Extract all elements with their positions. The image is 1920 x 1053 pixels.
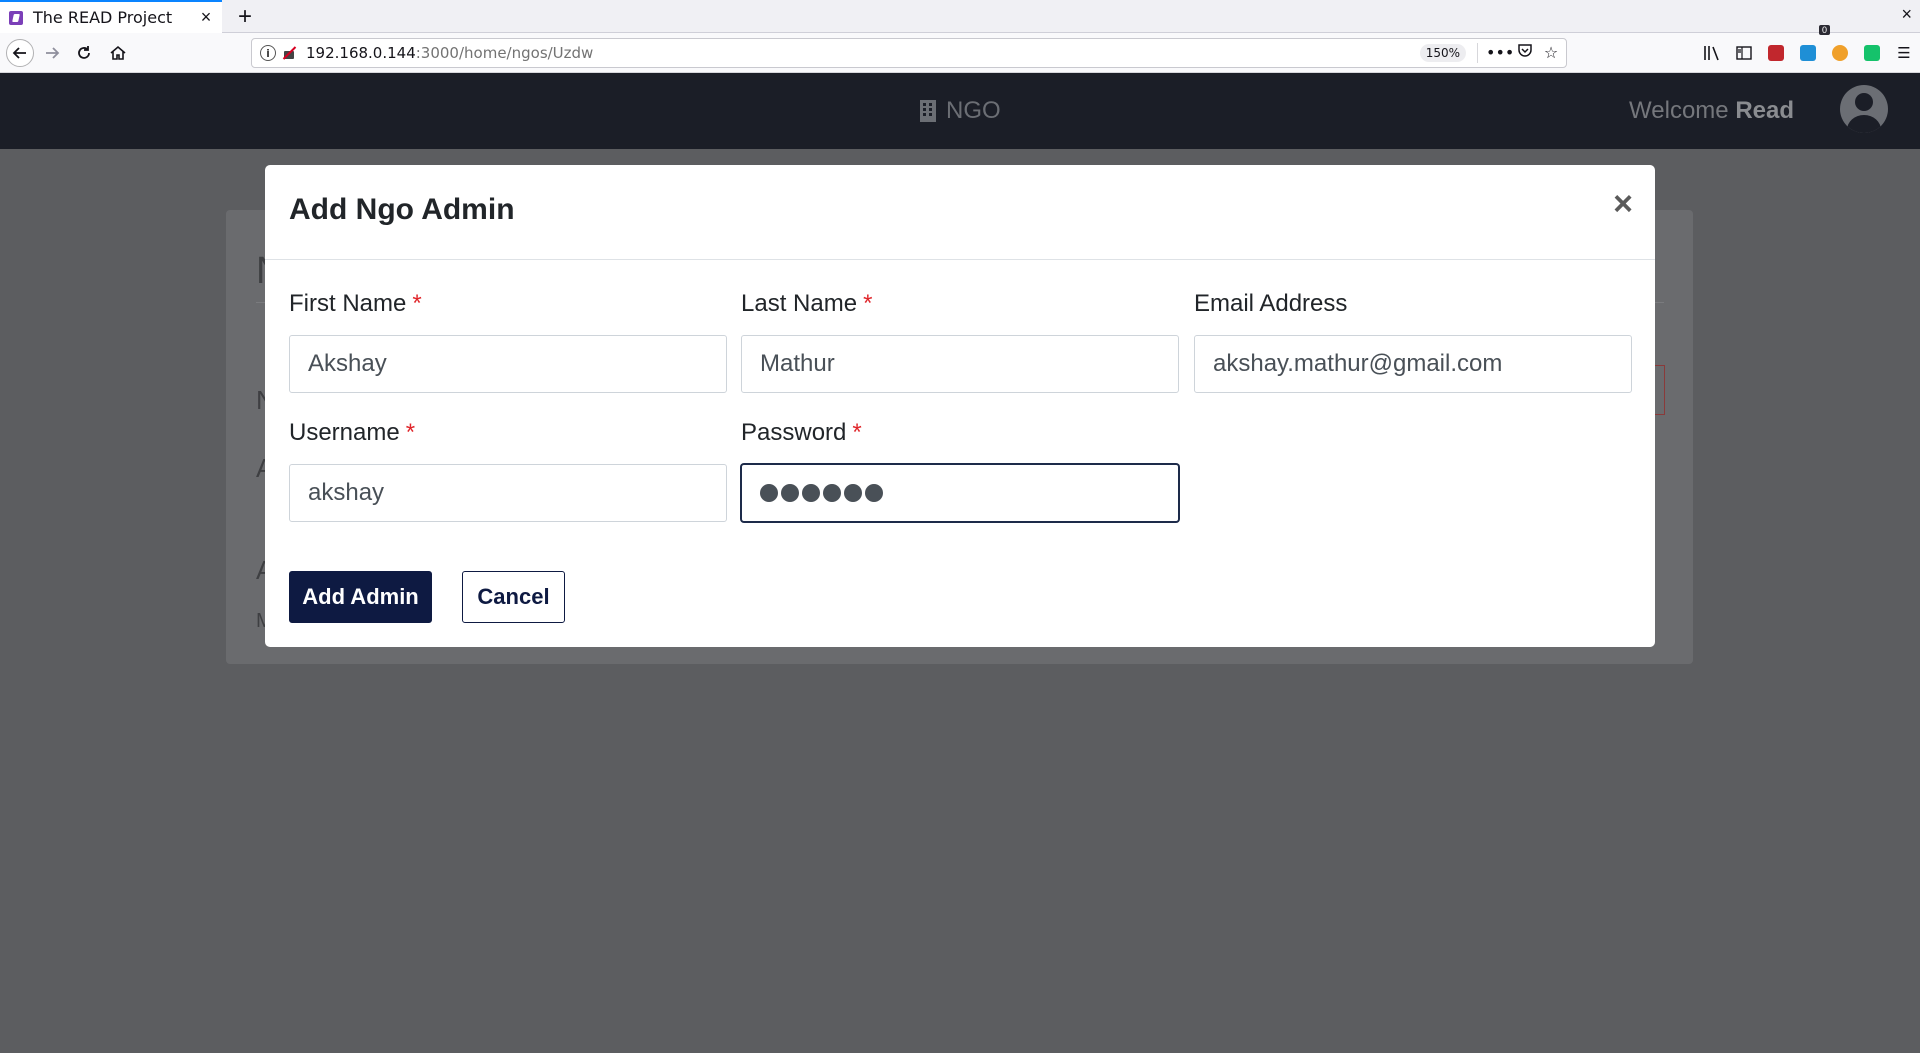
reload-icon[interactable] <box>70 39 98 67</box>
password-dot <box>760 484 778 502</box>
required-marker: * <box>405 419 416 446</box>
first-name-input[interactable]: Akshay <box>289 335 727 393</box>
brand[interactable]: NGO <box>920 97 1001 125</box>
last-name-field: Last Name * Mathur <box>741 290 1179 393</box>
zoom-level-badge[interactable]: 150% <box>1419 44 1466 62</box>
toolbar-icons: 0 ☰ <box>1696 25 1920 73</box>
password-mask <box>760 465 1160 521</box>
brand-label: NGO <box>946 97 1001 124</box>
add-admin-button[interactable]: Add Admin <box>289 571 432 623</box>
sidebar-icon[interactable] <box>1728 33 1760 73</box>
window-close-icon[interactable]: × <box>1901 4 1912 25</box>
user-avatar-icon[interactable] <box>1840 85 1888 133</box>
password-label: Password * <box>741 419 862 446</box>
username-field: Username * akshay <box>289 419 727 522</box>
browser-tab-bar: The READ Project × + × <box>0 0 1920 33</box>
browser-tab[interactable]: The READ Project × <box>0 0 222 33</box>
required-marker: * <box>412 290 422 317</box>
text-caret <box>865 484 883 502</box>
insecure-connection-icon[interactable] <box>282 46 296 60</box>
library-icon[interactable] <box>1696 33 1728 73</box>
site-favicon-icon <box>9 10 23 25</box>
password-field: Password * <box>741 419 1179 522</box>
password-dot <box>844 484 862 502</box>
pocket-icon[interactable] <box>1514 42 1536 64</box>
app-header: NGO Welcome Read <box>0 73 1920 149</box>
extension-icon[interactable] <box>1760 33 1792 73</box>
first-name-field: First Name * Akshay <box>289 290 727 393</box>
welcome-prefix: Welcome <box>1629 97 1729 124</box>
menu-icon[interactable]: ☰ <box>1888 33 1920 73</box>
url-separator <box>1477 43 1478 63</box>
close-icon[interactable]: × <box>1613 187 1633 221</box>
email-label: Email Address <box>1194 290 1348 317</box>
extension-green-icon[interactable] <box>1856 33 1888 73</box>
building-icon <box>920 100 936 122</box>
home-icon[interactable] <box>104 39 132 67</box>
address-bar[interactable]: i 192.168.0.144:3000/home/ngos/Uzdw 150%… <box>251 38 1567 68</box>
url-host: 192.168.0.144 <box>306 44 416 62</box>
extension-badge-icon[interactable]: 0 <box>1792 25 1830 73</box>
email-input[interactable]: akshay.mathur@gmail.com <box>1194 335 1632 393</box>
password-dot <box>802 484 820 502</box>
welcome-text: Welcome Read <box>1629 97 1794 125</box>
url-path: :3000/home/ngos/Uzdw <box>415 44 594 62</box>
required-marker: * <box>863 290 873 317</box>
password-input[interactable] <box>741 464 1179 522</box>
welcome-user: Read <box>1735 97 1794 124</box>
bookmark-star-icon[interactable]: ☆ <box>1540 42 1562 64</box>
tab-title: The READ Project <box>33 8 173 27</box>
new-tab-button[interactable]: + <box>230 2 260 32</box>
password-dot <box>823 484 841 502</box>
back-icon[interactable] <box>6 39 34 67</box>
required-marker: * <box>852 419 862 446</box>
last-name-label: Last Name * <box>741 290 873 317</box>
add-ngo-admin-modal: Add Ngo Admin × First Name * Akshay Last … <box>265 165 1655 647</box>
extension-orange-icon[interactable] <box>1824 33 1856 73</box>
cancel-button[interactable]: Cancel <box>462 571 565 623</box>
site-info-icon[interactable]: i <box>260 45 276 61</box>
page-actions-icon[interactable]: ••• <box>1486 42 1514 64</box>
modal-header: Add Ngo Admin × <box>265 165 1655 260</box>
email-field: Email Address akshay.mathur@gmail.com <box>1194 290 1632 393</box>
username-label: Username * <box>289 419 416 446</box>
modal-title: Add Ngo Admin <box>289 193 515 226</box>
tab-close-icon[interactable]: × <box>196 7 216 28</box>
browser-navigation-bar: i 192.168.0.144:3000/home/ngos/Uzdw 150%… <box>0 25 1920 73</box>
last-name-input[interactable]: Mathur <box>741 335 1179 393</box>
first-name-label: First Name * <box>289 290 422 317</box>
forward-icon[interactable] <box>38 39 66 67</box>
password-dot <box>781 484 799 502</box>
username-input[interactable]: akshay <box>289 464 727 522</box>
